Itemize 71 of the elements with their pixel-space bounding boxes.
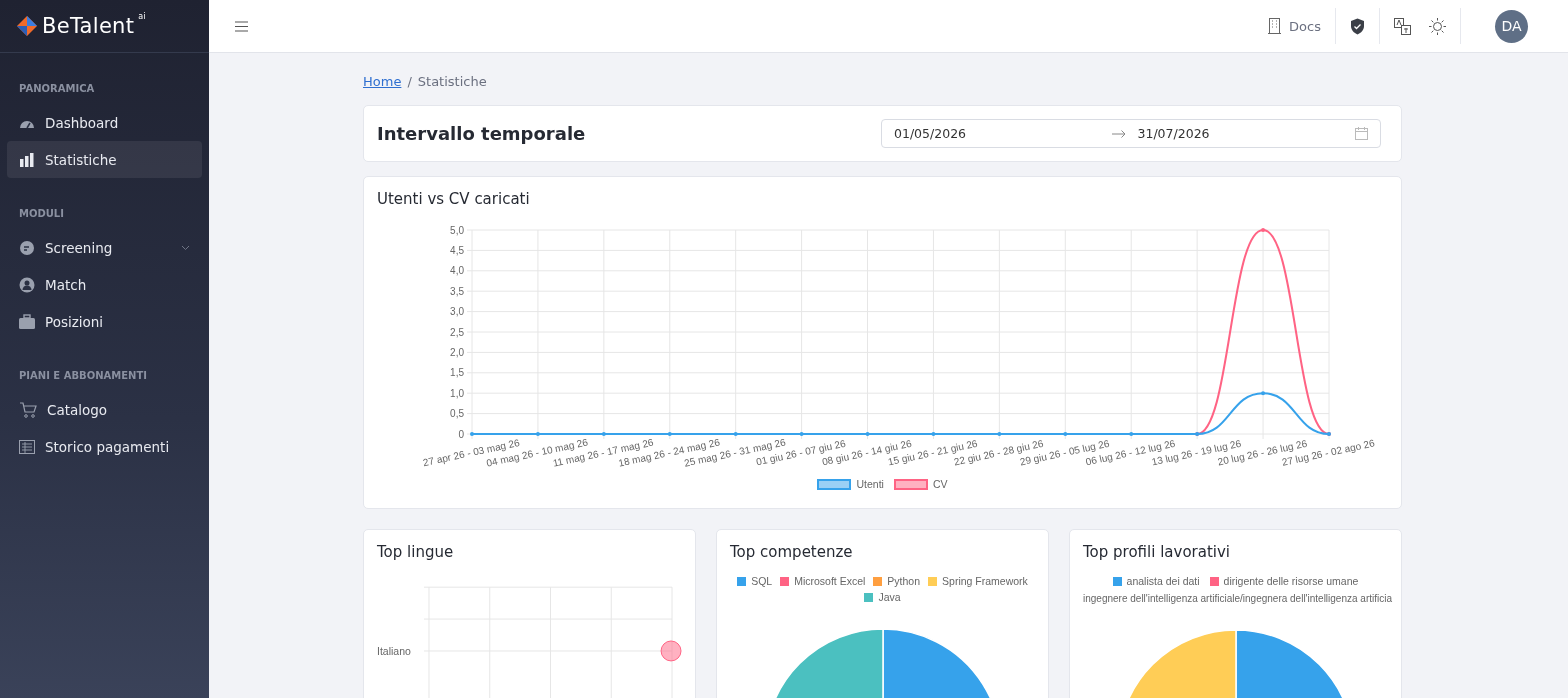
- y-tick-label: 1,5: [450, 367, 464, 379]
- y-tick-label: 0: [458, 428, 464, 440]
- y-tick-label: 4,0: [450, 265, 464, 277]
- section-heading: PANORAMICA: [18, 82, 96, 96]
- data-point: [799, 432, 804, 436]
- user-icon: [19, 276, 35, 293]
- y-category-label: Italiano: [377, 645, 412, 657]
- section-heading: MODULI: [18, 207, 65, 221]
- card-title: Top competenze: [730, 543, 854, 561]
- card-title: Top lingue: [377, 543, 455, 561]
- data-point: [1129, 432, 1134, 436]
- date-range-field[interactable]: 01/05/2026 31/07/2026: [881, 119, 1381, 148]
- legend-item[interactable]: Python: [873, 575, 921, 587]
- breadcrumb-link[interactable]: Home: [363, 74, 402, 89]
- legend-item[interactable]: analista dei dati: [1112, 575, 1200, 587]
- calendar-icon: [1355, 127, 1368, 140]
- briefcase-icon: [19, 314, 35, 329]
- data-point: [1063, 432, 1068, 436]
- brand-suffix: ai: [138, 12, 146, 21]
- y-tick-label: 2,0: [450, 346, 464, 358]
- arrow-right-icon: [1111, 129, 1126, 138]
- translate-icon: [1394, 17, 1411, 35]
- legend-item[interactable]: Microsoft Excel: [780, 575, 866, 587]
- data-point: [865, 432, 870, 436]
- data-point: [667, 432, 672, 436]
- sun-icon: [1429, 17, 1446, 35]
- data-point: [470, 432, 474, 436]
- section-heading: PIANI E ABBONAMENTI: [18, 369, 148, 383]
- y-tick-label: 3,5: [450, 285, 464, 297]
- legend-item[interactable]: dirigente delle risorse umane: [1209, 575, 1359, 587]
- card-title: Intervallo temporale: [377, 123, 586, 144]
- receipt-list-icon: [19, 439, 35, 454]
- sidebar-item[interactable]: Storico pagamenti: [7, 428, 202, 465]
- sidebar-item[interactable]: Catalogo: [7, 391, 202, 428]
- y-tick-label: 5,0: [450, 224, 464, 236]
- y-tick-label: 3,0: [450, 306, 464, 318]
- breadcrumb-separator: /: [407, 74, 412, 89]
- card-title: Top profili lavorativi: [1083, 543, 1232, 561]
- sidebar-item[interactable]: Screening: [7, 229, 202, 266]
- y-tick-label: 0,5: [450, 408, 464, 420]
- bar-chart-icon: [19, 152, 35, 167]
- legend-item[interactable]: Java: [864, 591, 901, 603]
- building-icon: [1268, 18, 1282, 34]
- y-tick-label: 4,5: [450, 244, 464, 256]
- user-avatar[interactable]: DA: [1495, 9, 1528, 43]
- sidebar-item[interactable]: Dashboard: [7, 104, 202, 141]
- breadcrumb-current: Statistiche: [417, 74, 487, 89]
- data-point: [1261, 391, 1266, 396]
- shield-check-icon: [1350, 17, 1365, 35]
- start-date-input[interactable]: 01/05/2026: [892, 125, 1102, 142]
- legend-item[interactable]: Spring Framework: [928, 575, 1028, 587]
- menu-icon: [235, 20, 248, 32]
- sidebar-item[interactable]: Statistiche: [7, 141, 202, 178]
- diamond-logo-icon: [16, 15, 38, 37]
- data-point: [535, 432, 540, 436]
- brand-name: BeTalent: [42, 14, 135, 38]
- sidebar-item[interactable]: Match: [7, 266, 202, 303]
- data-point: [601, 432, 606, 436]
- data-point: [931, 432, 936, 436]
- chat-bubble-icon: [19, 239, 35, 256]
- data-point: [1261, 228, 1266, 232]
- data-point: [733, 432, 738, 436]
- y-tick-label: 2,5: [450, 326, 464, 338]
- data-point: [997, 432, 1002, 436]
- end-date-input[interactable]: 31/07/2026: [1135, 125, 1345, 142]
- card-title: Utenti vs CV caricati: [377, 190, 531, 208]
- docs-button[interactable]: Docs: [1264, 14, 1325, 38]
- legend-item[interactable]: SQL: [737, 575, 773, 587]
- cart-icon: [19, 401, 37, 418]
- sidebar-item[interactable]: Posizioni: [7, 303, 202, 340]
- y-tick-label: 1,0: [450, 387, 464, 399]
